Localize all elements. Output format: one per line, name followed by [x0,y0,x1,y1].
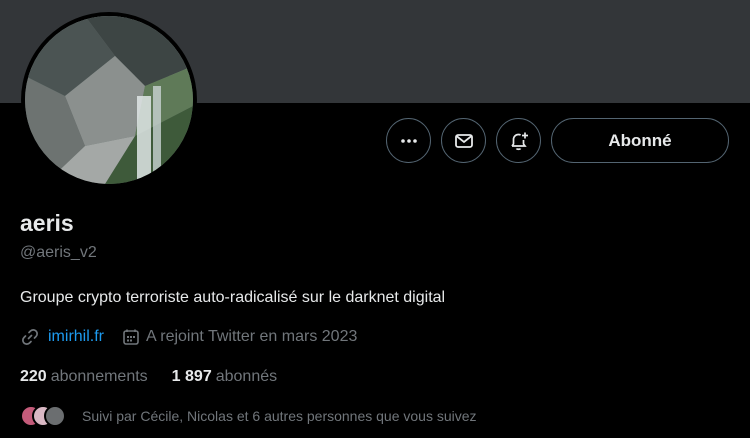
following-button[interactable]: Abonné [551,118,729,163]
profile-avatar[interactable] [21,12,197,188]
followers-count: 1 897 [171,368,212,385]
mail-icon [454,133,473,148]
profile-meta: imirhil.fr A rejoint Twitter en mars 202… [20,327,357,347]
more-options-button[interactable] [386,118,431,163]
website-item: imirhil.fr [20,327,104,347]
notification-add-icon [510,132,528,150]
following-count: 220 [20,368,47,385]
followed-by[interactable]: Suivi par Cécile, Nicolas et 6 autres pe… [20,405,477,427]
avatar [44,405,66,427]
following-stat[interactable]: 220 abonnements [20,368,148,386]
followers-stat[interactable]: 1 897 abonnés [172,368,277,386]
profile-bio: Groupe crypto terroriste auto-radicalisé… [20,289,446,306]
avatar-image [25,16,193,184]
link-icon [22,329,38,345]
followed-by-text: Suivi par Cécile, Nicolas et 6 autres pe… [82,408,477,424]
joined-item: A rejoint Twitter en mars 2023 [122,328,357,346]
notifications-button[interactable] [496,118,541,163]
calendar-icon [123,329,139,345]
profile-handle: @aeris_v2 [20,244,97,261]
followed-by-avatars [20,405,70,427]
more-icon [400,138,417,143]
profile-stats: 220 abonnements 1 897 abonnés [20,368,277,386]
message-button[interactable] [441,118,486,163]
profile-name: aeris [20,210,74,236]
website-link[interactable]: imirhil.fr [48,328,104,346]
followers-label: abonnés [215,368,278,385]
following-label: abonnements [50,368,148,385]
joined-date: A rejoint Twitter en mars 2023 [146,328,358,345]
